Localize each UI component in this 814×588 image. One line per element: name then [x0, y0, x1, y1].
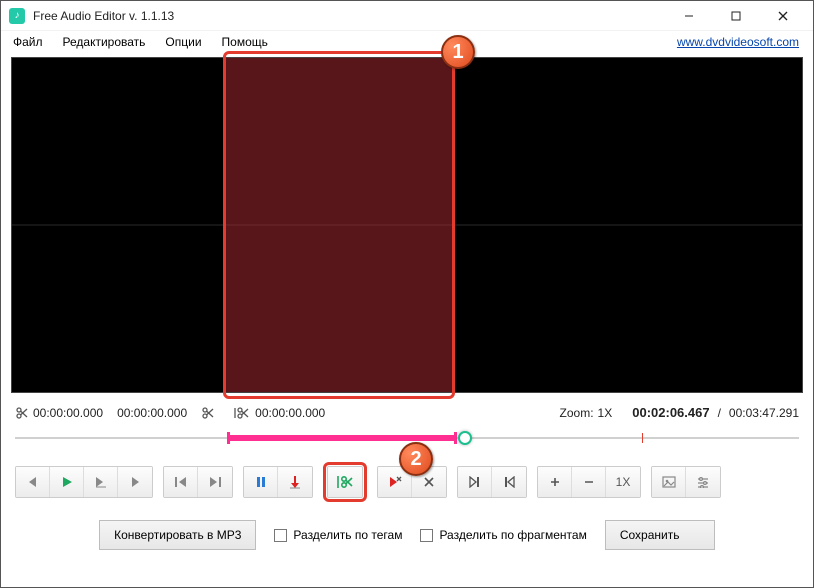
play-x-icon [388, 475, 402, 489]
annotation-highlight-2 [323, 462, 367, 502]
checkbox-icon [274, 529, 287, 542]
next-button[interactable] [118, 467, 152, 497]
selection-end-time: 00:00:00.000 [117, 406, 187, 420]
total-time: 00:03:47.291 [729, 406, 799, 420]
cut-button[interactable] [328, 467, 362, 497]
maximize-icon [731, 11, 741, 21]
menu-file[interactable]: Файл [7, 33, 49, 51]
window-controls [666, 2, 805, 30]
checkbox-icon [420, 529, 433, 542]
skip-back-button[interactable] [164, 467, 198, 497]
app-icon: ♪ [9, 8, 25, 24]
trim-group [457, 466, 527, 498]
zoom-in-button[interactable] [538, 467, 572, 497]
scissors-bracket-icon [233, 406, 251, 420]
selection-start-time: 00:00:00.000 [33, 406, 103, 420]
playback-group [15, 466, 153, 498]
maximize-button[interactable] [713, 2, 758, 30]
pause-marker-button[interactable] [244, 467, 278, 497]
sliders-icon [696, 476, 710, 488]
timeline-marker [642, 433, 643, 443]
play-selection-button[interactable] [84, 467, 118, 497]
screenshot-button[interactable] [652, 467, 686, 497]
waveform-selection[interactable] [225, 58, 454, 392]
app-title: Free Audio Editor v. 1.1.13 [33, 9, 666, 23]
bottom-bar: Конвертировать в MP3 Разделить по тегам … [1, 512, 813, 564]
prev-button[interactable] [16, 467, 50, 497]
add-marker-button[interactable] [278, 467, 312, 497]
zoom-value: 1X [598, 406, 613, 420]
trim-end-button[interactable] [492, 467, 526, 497]
minus-icon [583, 476, 595, 488]
close-button[interactable] [760, 2, 805, 30]
triangle-left-icon [27, 476, 39, 488]
delete-group [377, 466, 447, 498]
save-button[interactable]: Сохранить [605, 520, 715, 550]
minimize-icon [684, 11, 694, 21]
delete-button[interactable] [412, 467, 446, 497]
delete-selection-button[interactable] [378, 467, 412, 497]
zoom-out-button[interactable] [572, 467, 606, 497]
time-separator: / [718, 406, 721, 420]
play-icon [61, 476, 73, 488]
menu-edit[interactable]: Редактировать [57, 33, 152, 51]
pause-blue-icon [255, 476, 267, 488]
to-end-icon [502, 476, 516, 488]
menu-options[interactable]: Опции [159, 33, 207, 51]
zoom-label: Zoom: [560, 406, 594, 420]
cut-bracket-icon [336, 475, 354, 489]
image-icon [662, 476, 676, 488]
timeline-selection[interactable] [227, 435, 454, 441]
scissors-icon [201, 406, 215, 420]
close-icon [778, 11, 788, 21]
skip-forward-button[interactable] [198, 467, 232, 497]
split-by-fragments-checkbox[interactable]: Разделить по фрагментам [420, 528, 586, 542]
toolbar: 1X [1, 458, 813, 512]
app-window: ♪ Free Audio Editor v. 1.1.13 Файл Редак… [0, 0, 814, 588]
timeline[interactable] [15, 428, 799, 448]
marker-down-icon [289, 475, 301, 489]
to-start-icon [468, 476, 482, 488]
plus-icon [549, 476, 561, 488]
x-icon [423, 476, 435, 488]
timeline-selection-start-handle[interactable] [227, 432, 230, 444]
split-by-fragments-label: Разделить по фрагментам [439, 528, 586, 542]
scissors-icon [15, 406, 29, 420]
triangle-right-icon [129, 476, 141, 488]
menu-help[interactable]: Помощь [216, 33, 274, 51]
waveform-area[interactable] [11, 57, 803, 393]
marker-group [243, 466, 313, 498]
split-by-tags-checkbox[interactable]: Разделить по тегам [274, 528, 402, 542]
play-button[interactable] [50, 467, 84, 497]
trim-start-button[interactable] [458, 467, 492, 497]
seek-group [163, 466, 233, 498]
site-link[interactable]: www.dvdvideosoft.com [677, 35, 799, 49]
info-row: 00:00:00.000 00:00:00.000 00:00:00.000 Z… [1, 399, 813, 424]
split-by-tags-label: Разделить по тегам [293, 528, 402, 542]
current-time: 00:02:06.467 [632, 405, 709, 420]
zoom-group: 1X [537, 466, 641, 498]
skip-back-icon [174, 476, 188, 488]
speed-button[interactable]: 1X [606, 467, 640, 497]
titlebar: ♪ Free Audio Editor v. 1.1.13 [1, 1, 813, 31]
timeline-playhead[interactable] [458, 431, 472, 445]
extra-group [651, 466, 721, 498]
convert-mp3-button[interactable]: Конвертировать в MP3 [99, 520, 256, 550]
timeline-selection-end-handle[interactable] [454, 432, 457, 444]
cut-group [327, 466, 363, 498]
cut-time: 00:00:00.000 [255, 406, 325, 420]
menubar: Файл Редактировать Опции Помощь www.dvdv… [1, 31, 813, 53]
minimize-button[interactable] [666, 2, 711, 30]
skip-forward-icon [208, 476, 222, 488]
play-to-marker-icon [94, 476, 108, 488]
settings-button[interactable] [686, 467, 720, 497]
